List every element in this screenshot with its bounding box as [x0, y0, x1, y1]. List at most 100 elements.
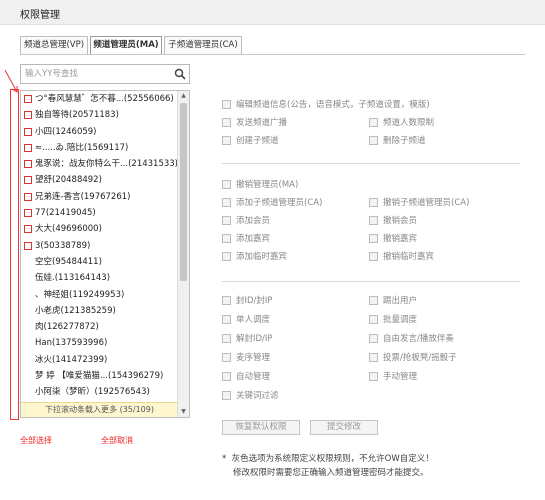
perm-checkbox[interactable]: [222, 391, 231, 400]
perm-label: 发送频道广播: [236, 118, 288, 128]
perm-add-guest[interactable]: 添加嘉宾: [222, 233, 270, 247]
perm-checkbox[interactable]: [222, 353, 231, 362]
member-item[interactable]: 小四(1246059): [21, 124, 178, 140]
perm-checkbox[interactable]: [222, 315, 231, 324]
member-checkbox[interactable]: [24, 225, 32, 234]
perm-checkbox[interactable]: [222, 372, 231, 381]
member-checkbox[interactable]: [24, 241, 32, 250]
member-item[interactable]: 3(50338789): [21, 238, 178, 254]
member-checkbox[interactable]: [24, 127, 32, 136]
perm-mic-queue[interactable]: 麦序管理: [222, 352, 270, 366]
member-item[interactable]: つ°春风慧慧゛怎不暮...(52556066): [21, 91, 178, 107]
scroll-up-icon[interactable]: ▲: [178, 91, 189, 101]
perm-checkbox[interactable]: [222, 100, 231, 109]
member-item[interactable]: 独自等待(20571183): [21, 107, 178, 123]
member-item[interactable]: 小老虎(121385259): [21, 303, 178, 319]
perm-checkbox[interactable]: [222, 234, 231, 243]
perm-revoke-guest[interactable]: 撤销嘉宾: [369, 233, 417, 247]
perm-send-broadcast[interactable]: 发送频道广播: [222, 117, 287, 131]
scroll-down-icon[interactable]: ▼: [178, 407, 189, 417]
perm-ban-id-ip[interactable]: 封ID/封IP: [222, 295, 273, 309]
member-label: 小老虎(121385259): [35, 305, 116, 316]
member-item[interactable]: Han(137593996): [21, 335, 178, 351]
tab-ma[interactable]: 频道管理员(MA): [90, 36, 162, 55]
member-item[interactable]: 伍娃.(113164143): [21, 270, 178, 286]
perm-checkbox[interactable]: [222, 180, 231, 189]
perm-checkbox[interactable]: [369, 334, 378, 343]
member-checkbox[interactable]: [24, 143, 32, 152]
perm-checkbox[interactable]: [369, 216, 378, 225]
perm-add-temp-guest[interactable]: 添加临时嘉宾: [222, 251, 287, 265]
perm-batch-dispatch[interactable]: 批量调度: [369, 314, 417, 328]
perm-create-subchannel[interactable]: 创建子频道: [222, 135, 279, 149]
perm-unban-id-ip[interactable]: 解封ID/IP: [222, 333, 273, 347]
perm-checkbox[interactable]: [222, 118, 231, 127]
perm-checkbox[interactable]: [369, 252, 378, 261]
member-item[interactable]: 小阿柒（梦昕）(192576543): [21, 384, 178, 400]
member-checkbox[interactable]: [24, 95, 32, 103]
perm-revoke-temp-guest[interactable]: 撤销临时嘉宾: [369, 251, 434, 265]
member-item[interactable]: 77(21419045): [21, 205, 178, 221]
member-item[interactable]: 冰火(141472399): [21, 352, 178, 368]
perm-checkbox[interactable]: [222, 198, 231, 207]
load-more-bar[interactable]: 下拉滚动条载入更多 (35/109): [21, 402, 178, 417]
perm-add-ca[interactable]: 添加子频道管理员(CA): [222, 197, 322, 211]
tab-ca[interactable]: 子频道管理员(CA): [164, 36, 242, 54]
perm-label: 撤销临时嘉宾: [383, 252, 435, 262]
perm-checkbox[interactable]: [369, 234, 378, 243]
member-checkbox[interactable]: [24, 160, 32, 169]
perm-add-member[interactable]: 添加会员: [222, 215, 270, 229]
perm-checkbox[interactable]: [222, 252, 231, 261]
perm-checkbox[interactable]: [222, 136, 231, 145]
tab-vp[interactable]: 频道总管理(VP): [20, 36, 88, 54]
member-item[interactable]: 大大(49696000): [21, 221, 178, 237]
perm-checkbox[interactable]: [369, 136, 378, 145]
perm-free-speech[interactable]: 自由发言/播放伴奏: [369, 333, 454, 347]
member-checkbox[interactable]: [24, 192, 32, 201]
perm-single-dispatch[interactable]: 单人调度: [222, 314, 270, 328]
member-item[interactable]: 肉(126277872): [21, 319, 178, 335]
submit-button[interactable]: 提交修改: [310, 420, 378, 435]
search-icon[interactable]: [174, 68, 186, 80]
perm-manual-manage[interactable]: 手动管理: [369, 371, 417, 385]
perm-kick-user[interactable]: 踢出用户: [369, 295, 417, 309]
perm-label: 添加嘉宾: [236, 234, 271, 244]
perm-checkbox[interactable]: [222, 296, 231, 305]
member-item[interactable]: 鬼豕说：战友你特么干...(21431533): [21, 156, 178, 172]
perm-revoke-ma[interactable]: 撤销管理员(MA): [222, 179, 298, 193]
member-checkbox[interactable]: [24, 209, 32, 218]
perm-delete-subchannel[interactable]: 删除子频道: [369, 135, 426, 149]
perm-checkbox[interactable]: [222, 216, 231, 225]
perm-checkbox[interactable]: [369, 118, 378, 127]
perm-revoke-member[interactable]: 撤销会员: [369, 215, 417, 229]
perm-channel-user-limit[interactable]: 频道人数限制: [369, 117, 434, 131]
perm-checkbox[interactable]: [369, 372, 378, 381]
list-scrollbar[interactable]: ▲ ▼: [177, 91, 189, 417]
member-item[interactable]: ≈.....ゐ.陪比(1569117): [21, 140, 178, 156]
member-item[interactable]: 、神经姐(119249953): [21, 287, 178, 303]
search-input[interactable]: [25, 67, 170, 81]
member-checkbox[interactable]: [24, 111, 32, 120]
perm-revoke-ca[interactable]: 撤销子频道管理员(CA): [369, 197, 469, 211]
member-checkbox[interactable]: [24, 176, 32, 185]
perm-checkbox[interactable]: [369, 353, 378, 362]
perm-label: 自动管理: [236, 372, 271, 382]
scroll-thumb[interactable]: [180, 103, 187, 281]
restore-default-button[interactable]: 恢复默认权限: [222, 420, 300, 435]
perm-vote-dice[interactable]: 投票/抢板凳/摇骰子: [369, 352, 457, 366]
perm-edit-channel-info[interactable]: 编辑频道信息(公告，语音模式，子频道设置，模版): [222, 99, 430, 113]
perm-keyword-filter[interactable]: 关键词过滤: [222, 390, 279, 404]
perm-auto-manage[interactable]: 自动管理: [222, 371, 270, 385]
deselect-all-link[interactable]: 全部取消: [101, 435, 133, 446]
perm-checkbox[interactable]: [369, 296, 378, 305]
perm-checkbox[interactable]: [222, 334, 231, 343]
select-all-link[interactable]: 全部选择: [20, 435, 52, 446]
perm-checkbox[interactable]: [369, 198, 378, 207]
member-item[interactable]: 梦 婷 【唯爱猫猫...(154396279): [21, 368, 178, 384]
member-item[interactable]: 空空(95484411): [21, 254, 178, 270]
perm-checkbox[interactable]: [369, 315, 378, 324]
perm-label: 创建子频道: [236, 136, 279, 146]
note-line-2: 修改权限时需要您正确输入频道管理密码才能提交。: [233, 468, 429, 478]
member-item[interactable]: 兄弟连-香言(19767261): [21, 189, 178, 205]
member-item[interactable]: 望舒(20488492): [21, 172, 178, 188]
